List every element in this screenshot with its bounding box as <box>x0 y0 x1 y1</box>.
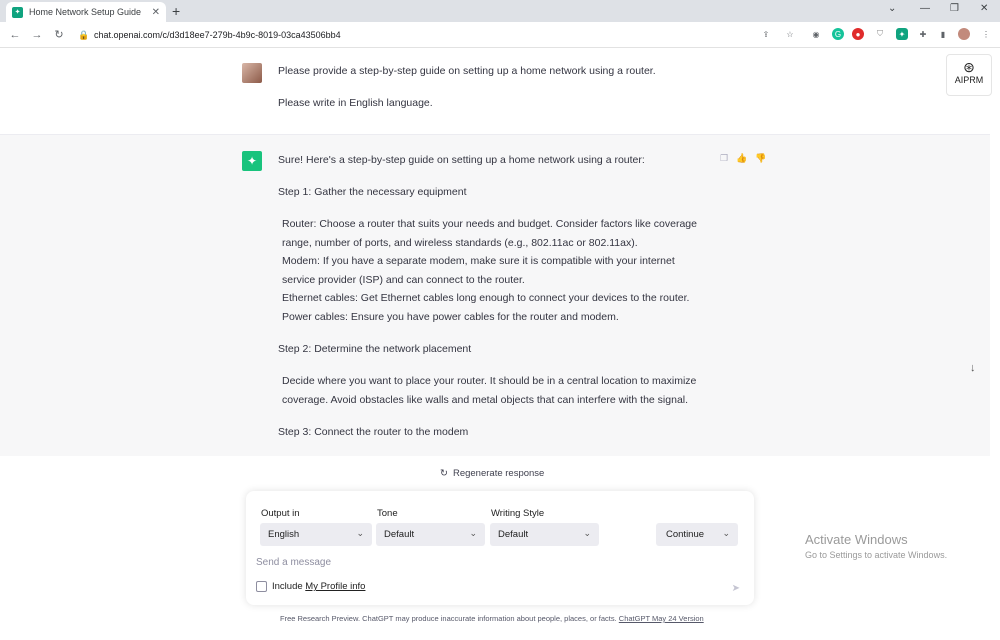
minimize-button[interactable]: — <box>920 3 930 14</box>
tone-label: Tone <box>377 508 398 519</box>
thumbs-up-icon[interactable]: 👍 <box>736 153 747 164</box>
url-text: chat.openai.com/c/d3d18ee7-279b-4b9c-801… <box>94 30 341 40</box>
address-bar[interactable]: 🔒 chat.openai.com/c/d3d18ee7-279b-4b9c-8… <box>70 25 810 45</box>
continue-label: Continue <box>666 529 705 540</box>
browser-toolbar: ← → ↻ 🔒 chat.openai.com/c/d3d18ee7-279b-… <box>0 22 1000 48</box>
profile-info-link[interactable]: My Profile info <box>305 581 365 592</box>
scroll-down-icon[interactable]: ↓ <box>970 362 976 374</box>
copy-icon[interactable]: ❐ <box>720 153 728 164</box>
aiprm-logo-icon: ⊛ <box>963 59 975 75</box>
chevron-down-icon: ⌄ <box>722 528 730 538</box>
browser-menu-icon[interactable]: ⋮ <box>980 28 992 40</box>
profile-avatar[interactable] <box>958 28 970 40</box>
assistant-intro: Sure! Here's a step-by-step guide on set… <box>278 154 645 166</box>
step-line: coverage. Avoid obstacles like walls and… <box>282 394 689 406</box>
step-line: Decide where you want to place your rout… <box>282 375 697 387</box>
message-composer: Output in English ⌄ Tone Default ⌄ Writi… <box>246 491 754 605</box>
shield-extension-icon[interactable]: ⛉ <box>874 28 886 40</box>
grammarly-extension-icon[interactable]: G <box>832 28 844 40</box>
step-heading: Step 3: Connect the router to the modem <box>278 426 469 438</box>
user-message-line: Please write in English language. <box>278 97 433 109</box>
output-label: Output in <box>261 508 300 519</box>
include-label: Include <box>272 581 303 592</box>
camera-extension-icon[interactable]: ◉ <box>810 28 822 40</box>
user-avatar <box>242 63 262 83</box>
writing-style-select[interactable]: Default ⌄ <box>490 523 599 546</box>
version-link[interactable]: ChatGPT May 24 Version <box>619 614 704 623</box>
back-button[interactable]: ← <box>4 29 26 41</box>
share-icon[interactable]: ⇪ <box>760 28 772 40</box>
browser-tab[interactable]: ✦ Home Network Setup Guide ✕ <box>6 2 166 22</box>
regenerate-label: Regenerate response <box>452 467 545 479</box>
windows-activation-watermark: Activate Windows Go to Settings to activ… <box>805 532 947 560</box>
step-line: Router: Choose a router that suits your … <box>282 218 697 230</box>
chevron-down-icon[interactable]: ⌄ <box>888 3 896 14</box>
regenerate-icon: ↻ <box>440 467 448 479</box>
tone-select[interactable]: Default ⌄ <box>376 523 485 546</box>
output-language-select[interactable]: English ⌄ <box>260 523 372 546</box>
bookmark-star-icon[interactable]: ☆ <box>784 28 796 40</box>
regenerate-response-button[interactable]: ↻ Regenerate response <box>440 464 544 482</box>
browser-tabstrip: ✦ Home Network Setup Guide ✕ + ⌄ — ❐ ✕ <box>0 0 1000 22</box>
footer-text: Free Research Preview. ChatGPT may produ… <box>280 614 617 623</box>
close-tab-icon[interactable]: ✕ <box>152 7 160 18</box>
chatgpt-logo-icon: ✦ <box>242 151 262 171</box>
close-window-button[interactable]: ✕ <box>980 3 988 14</box>
chevron-down-icon: ⌄ <box>583 528 591 538</box>
reload-button[interactable]: ↻ <box>48 28 70 41</box>
restore-button[interactable]: ❐ <box>950 3 959 14</box>
step-heading: Step 1: Gather the necessary equipment <box>278 186 467 198</box>
extensions-puzzle-icon[interactable]: ✚ <box>917 28 929 40</box>
thumbs-down-icon[interactable]: 👎 <box>755 153 766 164</box>
include-profile-text: Include My Profile info <box>272 581 365 592</box>
footer-disclaimer: Free Research Preview. ChatGPT may produ… <box>280 614 704 623</box>
continue-select[interactable]: Continue ⌄ <box>656 523 738 546</box>
red-extension-icon[interactable]: ● <box>852 28 864 40</box>
assistant-message: ✦ ❐ 👍 👎 Sure! Here's a step-by-step guid… <box>0 134 990 456</box>
aiprm-extension-icon[interactable]: ✦ <box>896 28 908 40</box>
activation-subtitle: Go to Settings to activate Windows. <box>805 550 948 560</box>
user-message: Please provide a step-by-step guide on s… <box>0 48 990 134</box>
step-line: range, number of ports, and wireless sta… <box>282 237 638 249</box>
step-line: Power cables: Ensure you have power cabl… <box>282 311 619 323</box>
writing-style-label: Writing Style <box>491 508 545 519</box>
lock-icon: 🔒 <box>78 30 90 40</box>
step-line: Modem: If you have a separate modem, mak… <box>282 255 675 267</box>
output-language-value: English <box>268 529 300 540</box>
step-heading: Step 2: Determine the network placement <box>278 343 472 355</box>
chevron-down-icon: ⌄ <box>469 528 477 538</box>
tab-title: Home Network Setup Guide <box>29 7 142 17</box>
chatgpt-favicon-icon: ✦ <box>12 6 23 18</box>
message-actions: ❐ 👍 👎 <box>720 153 767 164</box>
activation-title: Activate Windows <box>805 532 908 547</box>
include-profile-checkbox[interactable] <box>256 581 267 592</box>
send-icon[interactable]: ➤ <box>732 583 740 594</box>
aiprm-button[interactable]: ⊛ AIPRM <box>946 54 992 96</box>
chevron-down-icon: ⌄ <box>356 528 364 538</box>
message-input[interactable]: Send a message <box>256 557 726 568</box>
tone-value: Default <box>384 529 415 540</box>
step-line: service provider (ISP) and can connect t… <box>282 274 525 286</box>
writing-style-value: Default <box>498 529 529 540</box>
aiprm-label: AIPRM <box>954 75 984 85</box>
new-tab-button[interactable]: + <box>172 3 180 19</box>
user-message-line: Please provide a step-by-step guide on s… <box>278 65 656 77</box>
forward-button[interactable]: → <box>26 29 48 41</box>
step-line: Ethernet cables: Get Ethernet cables lon… <box>282 292 690 304</box>
side-panel-icon[interactable]: ▮ <box>937 28 949 40</box>
